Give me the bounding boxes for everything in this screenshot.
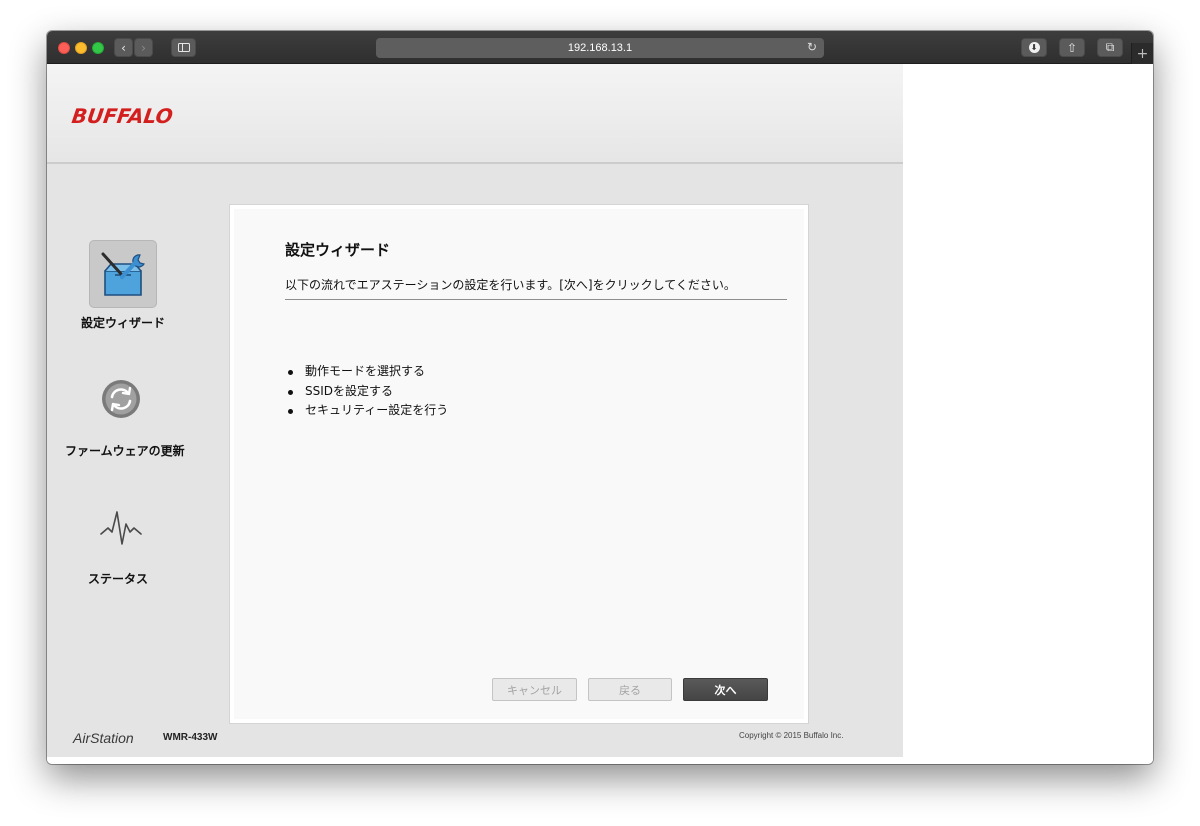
back-step-button[interactable]: 戻る: [588, 678, 672, 701]
page-title: 設定ウィザード: [285, 241, 391, 259]
forward-button[interactable]: ›: [134, 38, 153, 57]
address-url: 192.168.13.1: [567, 42, 633, 54]
router-admin-page: BUFFALO 設定ウィザード ファームウェアの更新 ステータス 設定ウィザード…: [47, 64, 903, 757]
fullscreen-window-button[interactable]: [92, 42, 104, 54]
share-icon: ⇧: [1066, 40, 1078, 55]
wizard-description: 以下の流れでエアステーションの設定を行います。[次へ]をクリックしてください。: [285, 278, 736, 292]
wizard-steps-list: 動作モードを選択する SSIDを設定する セキュリティー設定を行う: [288, 362, 448, 421]
show-all-tabs-button[interactable]: ⧉: [1097, 38, 1123, 57]
chevron-left-icon: ‹: [121, 40, 126, 55]
new-tab-button[interactable]: +: [1131, 43, 1153, 64]
plus-icon: +: [1136, 45, 1149, 62]
page-header: BUFFALO: [47, 64, 903, 164]
back-button[interactable]: ‹: [114, 38, 133, 57]
browser-toolbar: ‹ › 192.168.13.1 ↻ ⬇ ⇧ ⧉ +: [47, 31, 1153, 64]
web-viewport: BUFFALO 設定ウィザード ファームウェアの更新 ステータス 設定ウィザード…: [47, 64, 1153, 764]
share-button[interactable]: ⇧: [1059, 38, 1085, 57]
list-item: 動作モードを選択する: [288, 362, 448, 382]
pulse-icon: [87, 494, 155, 562]
cancel-button[interactable]: キャンセル: [492, 678, 577, 701]
address-bar[interactable]: 192.168.13.1 ↻: [376, 38, 824, 58]
sidebar-icon: [177, 43, 190, 52]
download-icon: ⬇: [1028, 42, 1040, 53]
minimize-window-button[interactable]: [75, 42, 87, 54]
next-button[interactable]: 次へ: [683, 678, 768, 701]
tabs-icon: ⧉: [1105, 40, 1115, 54]
list-item: SSIDを設定する: [288, 382, 448, 402]
chevron-right-icon: ›: [141, 40, 146, 55]
airstation-logo: AirStation: [73, 730, 134, 746]
divider: [285, 299, 787, 300]
sidebar-item-status[interactable]: ステータス: [47, 204, 197, 604]
show-sidebar-button[interactable]: [171, 38, 196, 57]
reload-icon[interactable]: ↻: [807, 40, 817, 54]
downloads-button[interactable]: ⬇: [1021, 38, 1047, 57]
wizard-panel: 設定ウィザード 以下の流れでエアステーションの設定を行います。[次へ]をクリック…: [229, 204, 809, 724]
copyright-text: Copyright © 2015 Buffalo Inc.: [739, 731, 844, 740]
list-item: セキュリティー設定を行う: [288, 401, 448, 421]
close-window-button[interactable]: [58, 42, 70, 54]
model-name: WMR-433W: [163, 732, 218, 743]
buffalo-logo: BUFFALO: [70, 104, 175, 128]
sidebar-item-label: ステータス: [88, 572, 149, 586]
browser-window: ‹ › 192.168.13.1 ↻ ⬇ ⇧ ⧉ + BUFFALO 設定ウィザ…: [47, 31, 1153, 764]
